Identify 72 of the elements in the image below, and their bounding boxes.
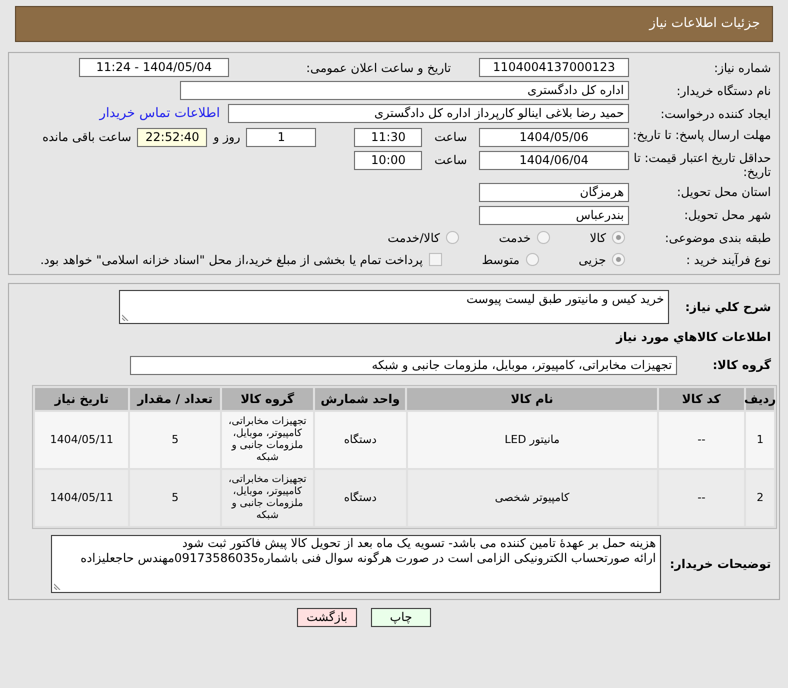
table-cell: 1	[746, 412, 774, 468]
radio-button[interactable]	[612, 231, 625, 244]
table-cell: دستگاه	[315, 470, 406, 526]
text-field[interactable]: 1404/06/04	[479, 150, 629, 170]
field-label: نوع فرآیند خرید :	[685, 252, 772, 266]
notes-textarea[interactable]: هزینه حمل بر عهدۀ تامین کننده می باشد- تسویه یک ماه بعد از تحویل کالا پیش فاکتور ثبت شود ارائه صورتحساب الکترونیکی الزامی است در صورت هرگونه سوال فنی باشماره09173586035مهندس حاجعلیزاده	[51, 534, 661, 592]
page-title: جزئیات اطلاعات نیاز	[649, 15, 760, 34]
resize-handle-icon	[54, 582, 61, 590]
field-label: نام دستگاه خریدار:	[676, 84, 772, 98]
field-label: پرداخت تمام یا بخشی از مبلغ خرید،از محل "اسناد خزانه اسلامی" خواهد بود.	[40, 252, 423, 268]
radio-button[interactable]	[446, 231, 459, 244]
field-label: شماره نیاز:	[713, 60, 772, 74]
table-cell: دستگاه	[315, 412, 406, 468]
field-label: خدمت	[498, 230, 531, 246]
text-field[interactable]: تجهیزات مخابراتی، کامپیوتر، موبایل، ملزومات جانبی و شبکه	[130, 356, 677, 374]
resize-handle-icon	[122, 314, 129, 320]
field-label: جزیی	[578, 252, 606, 268]
checkbox[interactable]	[428, 253, 442, 266]
column-header: گروه کالا	[222, 388, 314, 410]
field-label: حداقل تاریخ اعتبار قیمت: تا تاریخ:	[632, 150, 772, 178]
table-cell: 1404/05/11	[35, 412, 128, 468]
field-label: طبقه بندی موضوعی:	[664, 230, 772, 244]
field-label: ساعت	[434, 152, 467, 168]
field-label: گروه کالا:	[712, 357, 772, 374]
text-field[interactable]: 1404/05/06	[479, 128, 629, 146]
text-field[interactable]: 11:30	[354, 128, 422, 146]
column-header: تعداد / مقدار	[130, 388, 220, 410]
text-field[interactable]: 22:52:40	[137, 128, 208, 146]
text-field[interactable]: 1104004137000123	[479, 58, 629, 77]
field-label: تاریخ و ساعت اعلان عمومی:	[305, 60, 452, 74]
radio-button[interactable]	[536, 231, 550, 244]
text-field[interactable]: بندرعباس	[479, 206, 629, 224]
field-label: استان محل تحویل:	[676, 185, 772, 199]
description-textarea[interactable]: خرید کیس و مانیتور طبق لیست پیوست	[119, 290, 669, 324]
contact-link[interactable]: اطلاعات تماس خریدار	[100, 104, 220, 124]
table-cell: 1404/05/11	[35, 470, 128, 526]
back-button[interactable]: بازگشت	[297, 608, 357, 626]
column-header: نام کالا	[407, 388, 657, 410]
column-header: تاریخ نیاز	[35, 388, 128, 410]
text-field[interactable]: 1	[246, 128, 316, 146]
text-field[interactable]: هرمزگان	[479, 182, 629, 202]
table-cell: کامپیوتر شخصی	[408, 470, 657, 526]
table-cell: --	[658, 412, 744, 468]
field-label: کالا	[590, 230, 606, 246]
table-cell: 5	[130, 412, 220, 468]
field-label: ایجاد کننده درخواست:	[659, 106, 772, 121]
table-cell: مانیتور LED	[408, 412, 657, 468]
field-label: توضیحات خریدار:	[668, 556, 772, 572]
field-label: ساعت باقی مانده	[42, 128, 132, 146]
radio-button[interactable]	[526, 253, 539, 266]
column-header: کد کالا	[658, 388, 744, 410]
table-cell: تجهیزات مخابراتی، کامپیوتر، موبایل، ملزومات جانبی و شبکه	[222, 412, 314, 468]
text-field[interactable]: 1404/05/04 - 11:24	[79, 58, 229, 77]
field-label: مهلت ارسال پاسخ: تا تاریخ:	[632, 128, 772, 142]
text-field[interactable]: حمید رضا بلاغی اینالو کارپرداز اداره کل دادگستری	[228, 104, 629, 124]
field-label: شهر محل تحویل:	[683, 208, 772, 222]
field-label: متوسط	[482, 252, 520, 268]
print-button[interactable]: چاپ	[371, 608, 431, 626]
table-cell: --	[658, 470, 744, 526]
field-label: روز و	[213, 128, 240, 146]
column-header: ردیف	[746, 388, 774, 410]
table-cell: 5	[130, 470, 220, 526]
radio-button[interactable]	[612, 253, 625, 266]
field-label: ساعت	[434, 128, 467, 146]
table-cell: تجهیزات مخابراتی، کامپیوتر، موبایل، ملزومات جانبی و شبکه	[222, 470, 314, 526]
table-cell: 2	[746, 470, 774, 526]
field-label: شرح كلي نياز:	[684, 298, 772, 316]
field-label: کالا/خدمت	[388, 230, 440, 246]
text-field[interactable]: اداره کل دادگستری	[180, 81, 629, 100]
section-heading: اطلاعات كالاهاي مورد نياز	[614, 328, 772, 346]
text-field[interactable]: 10:00	[354, 150, 422, 170]
column-header: واحد شمارش	[315, 388, 406, 410]
